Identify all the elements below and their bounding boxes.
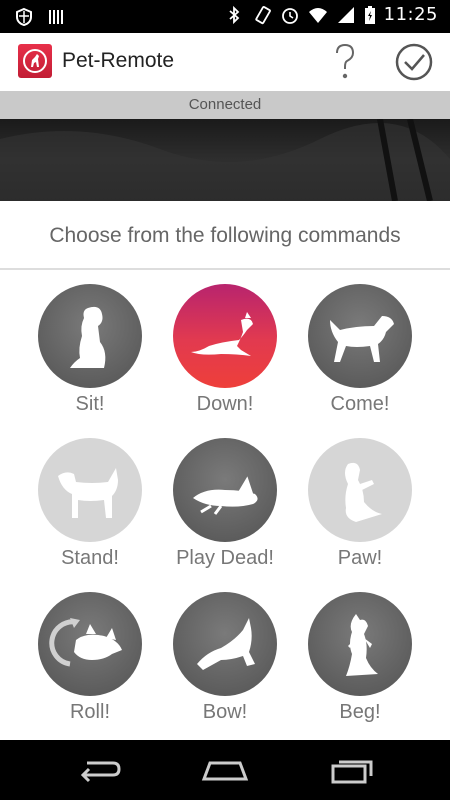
command-label: Sit! <box>75 393 105 415</box>
help-icon <box>336 43 355 79</box>
app-title: Pet-Remote <box>62 49 175 72</box>
play-dead-dog-icon <box>173 438 277 542</box>
app-bar: Pet-Remote <box>0 33 450 91</box>
system-nav-bar <box>0 740 450 800</box>
signal-icon <box>337 6 354 23</box>
command-label: Roll! <box>69 701 110 723</box>
command-bow[interactable]: Bow! <box>155 592 295 724</box>
command-down[interactable]: Down! <box>155 284 295 416</box>
connection-status: Connected <box>0 91 450 119</box>
command-label: Stand! <box>61 547 119 569</box>
paw-dog-icon <box>308 438 412 542</box>
command-roll[interactable]: Roll! <box>20 592 160 724</box>
beg-dog-icon <box>308 592 412 696</box>
vibrate-icon <box>254 5 271 24</box>
recent-apps-button[interactable] <box>322 750 382 790</box>
command-label: Beg! <box>339 701 381 723</box>
home-button[interactable] <box>195 750 255 790</box>
command-sit[interactable]: Sit! <box>20 284 160 416</box>
command-label: Come! <box>330 393 390 415</box>
command-stand[interactable]: Stand! <box>20 438 160 570</box>
instruction-text: Choose from the following commands <box>49 224 401 247</box>
roll-dog-icon <box>38 592 142 696</box>
recent-apps-icon <box>331 760 373 784</box>
back-button[interactable] <box>70 750 130 790</box>
barcode-icon <box>49 10 63 24</box>
divider <box>0 268 450 270</box>
command-paw[interactable]: Paw! <box>290 438 430 570</box>
shield-icon <box>16 7 32 27</box>
command-come[interactable]: Come! <box>290 284 430 416</box>
down-dog-icon <box>173 284 277 388</box>
header-banner-image <box>0 119 450 201</box>
command-label: Play Dead! <box>176 547 274 569</box>
done-button[interactable] <box>394 42 434 82</box>
status-bar: 11:25 <box>0 0 450 33</box>
bluetooth-icon <box>229 5 239 24</box>
app-logo-icon <box>18 44 52 78</box>
battery-icon <box>364 5 375 24</box>
sit-dog-icon <box>38 284 142 388</box>
come-dog-icon <box>308 284 412 388</box>
stand-dog-icon <box>38 438 142 542</box>
alarm-icon <box>281 7 298 24</box>
bow-dog-icon <box>173 592 277 696</box>
clock: 11:25 <box>383 4 438 25</box>
command-label: Bow! <box>202 701 248 723</box>
home-icon <box>201 761 249 781</box>
command-beg[interactable]: Beg! <box>290 592 430 724</box>
check-circle-icon <box>395 43 433 81</box>
command-play-dead[interactable]: Play Dead! <box>155 438 295 570</box>
back-icon <box>80 761 121 783</box>
command-label: Paw! <box>337 547 383 569</box>
command-label: Down! <box>196 393 254 415</box>
wifi-icon <box>308 7 327 23</box>
help-button[interactable] <box>325 41 365 83</box>
